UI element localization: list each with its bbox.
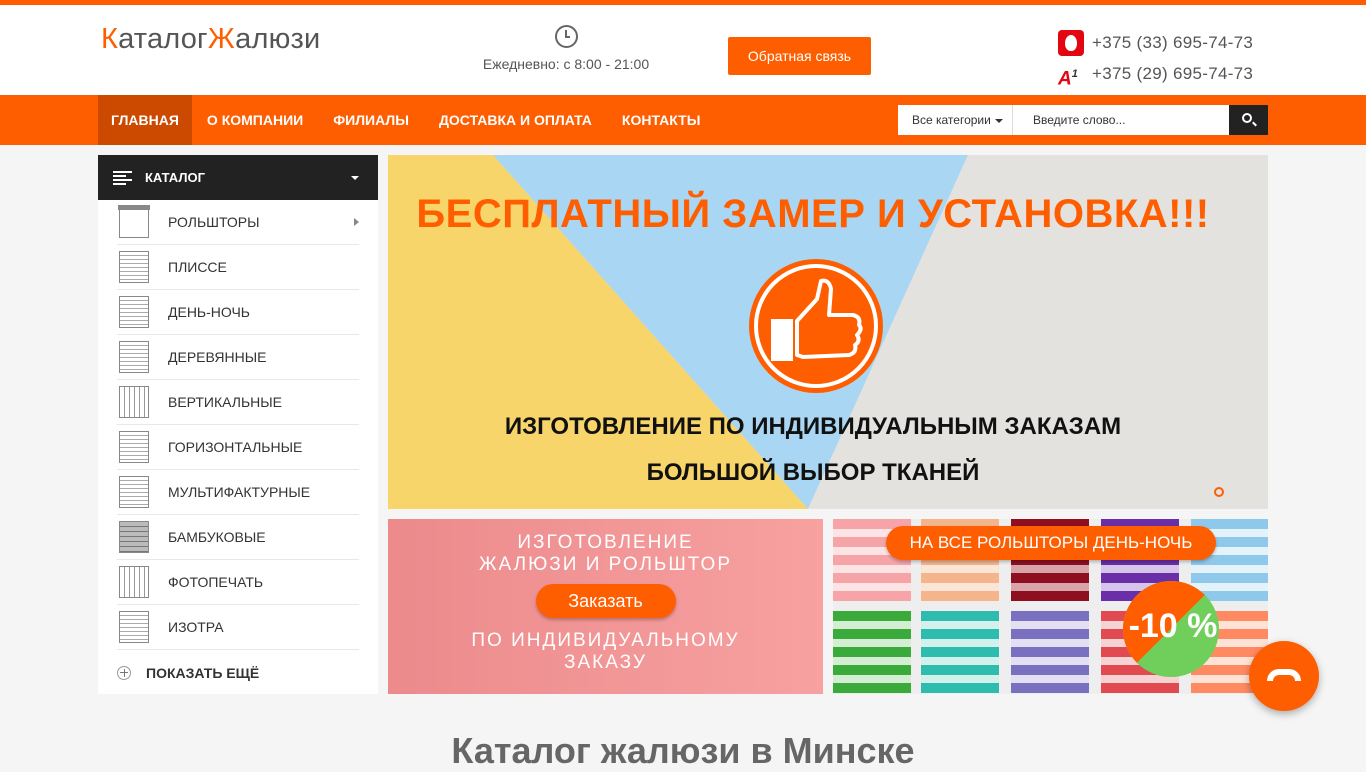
catalog-item-label: РОЛЬШТОРЫ: [168, 214, 260, 230]
a1-icon-sup: 1: [1071, 67, 1078, 80]
site-header: КаталогЖалюзи Ежедневно: с 8:00 - 21:00 …: [0, 5, 1366, 95]
wooden-blind-icon: [119, 341, 149, 373]
show-more-label: ПОКАЗАТЬ ЕЩЁ: [146, 664, 260, 681]
hero-line-2: БОЛЬШОЙ ВЫБОР ТКАНЕЙ: [646, 459, 980, 486]
show-more-button[interactable]: ПОКАЗАТЬ ЕЩЁ: [98, 650, 378, 695]
main-menu: ГЛАВНАЯ О КОМПАНИИ ФИЛИАЛЫ ДОСТАВКА И ОП…: [98, 95, 715, 145]
search-bar: Все категории: [898, 105, 1268, 135]
hours-text: Ежедневно: с 8:00 - 21:00: [482, 56, 650, 72]
sale-label: НА ВСЕ РОЛЬШТОРЫ ДЕНЬ-НОЧЬ: [886, 526, 1216, 560]
catalog-title: КАТАЛОГ: [145, 170, 205, 185]
horizontal-blind-icon: [119, 431, 149, 463]
clock-icon: [554, 25, 578, 48]
plus-circle-icon: [117, 665, 131, 680]
search-button[interactable]: [1229, 105, 1268, 135]
banner-order-top: ИЗГОТОВЛЕНИЕ ЖАЛЮЗИ И РОЛЬШТОР: [388, 532, 823, 576]
phone-number-mts[interactable]: +375 (33) 695-74-73: [1092, 33, 1253, 53]
slider-dot[interactable]: [1214, 487, 1224, 497]
catalog-item-izotra[interactable]: ИЗОТРА: [117, 605, 359, 650]
catalog-item-label: ВЕРТИКАЛЬНЫЕ: [168, 394, 283, 410]
call-button[interactable]: [1249, 641, 1319, 711]
working-hours: Ежедневно: с 8:00 - 21:00: [466, 25, 666, 72]
chevron-right-icon: [354, 218, 359, 226]
catalog-item-label: ФОТОПЕЧАТЬ: [168, 574, 264, 590]
catalog-item-label: ПЛИССЕ: [168, 259, 227, 275]
fabric-swatch: [1011, 611, 1089, 693]
bamboo-blind-icon: [119, 521, 149, 553]
callback-button[interactable]: Обратная связь: [728, 37, 871, 75]
nav-item-contacts[interactable]: КОНТАКТЫ: [607, 95, 715, 145]
plisse-blind-icon: [119, 251, 149, 283]
catalog-item-horizontal[interactable]: ГОРИЗОНТАЛЬНЫЕ: [117, 425, 359, 470]
nav-item-branches[interactable]: ФИЛИАЛЫ: [318, 95, 424, 145]
fabric-swatch: [921, 611, 999, 693]
discount-text: -10 %: [1128, 607, 1218, 645]
catalog-item-photoprint[interactable]: ФОТОПЕЧАТЬ: [117, 560, 359, 605]
logo-part-alyuzi: алюзи: [235, 23, 321, 55]
search-input[interactable]: [1013, 105, 1229, 135]
search-category-select[interactable]: Все категории: [898, 105, 1013, 135]
izotra-blind-icon: [119, 611, 149, 643]
caret-down-icon: [994, 118, 1003, 123]
catalog-item-roller[interactable]: РОЛЬШТОРЫ: [117, 200, 359, 245]
banner-order-top-line-1: ИЗГОТОВЛЕНИЕ: [517, 532, 694, 553]
search-category-label: Все категории: [912, 113, 991, 127]
phone-list: +375 (33) 695-74-73 A1 +375 (29) 695-74-…: [1058, 27, 1253, 89]
phone-row-mts: +375 (33) 695-74-73: [1058, 27, 1253, 58]
banner-sale[interactable]: НА ВСЕ РОЛЬШТОРЫ ДЕНЬ-НОЧЬ -10 %: [833, 519, 1268, 694]
site-logo[interactable]: КаталогЖалюзи: [101, 23, 320, 56]
phone-icon: [1267, 669, 1301, 681]
banner-order-bottom-line-1: ПО ИНДИВИДУАЛЬНОМУ: [471, 630, 740, 651]
catalog-item-bamboo[interactable]: БАМБУКОВЫЕ: [117, 515, 359, 560]
logo-letter-k: К: [101, 23, 119, 55]
a1-icon-letter: A: [1058, 67, 1072, 89]
catalog-header[interactable]: КАТАЛОГ: [98, 155, 378, 200]
hero-slider[interactable]: БЕСПЛАТНЫЙ ЗАМЕР И УСТАНОВКА!!! ИЗГОТОВЛ…: [388, 155, 1268, 509]
catalog-sidebar: КАТАЛОГ РОЛЬШТОРЫ ПЛИССЕ ДЕНЬ-НОЧЬ ДЕРЕВ…: [98, 155, 378, 694]
catalog-item-wooden[interactable]: ДЕРЕВЯННЫЕ: [117, 335, 359, 380]
banner-custom-order[interactable]: ИЗГОТОВЛЕНИЕ ЖАЛЮЗИ И РОЛЬШТОР Заказать П…: [388, 519, 823, 694]
banner-order-bottom: ПО ИНДИВИДУАЛЬНОМУ ЗАКАЗУ: [388, 630, 823, 674]
banner-order-top-line-2: ЖАЛЮЗИ И РОЛЬШТОР: [478, 554, 733, 575]
catalog-item-day-night[interactable]: ДЕНЬ-НОЧЬ: [117, 290, 359, 335]
catalog-item-label: МУЛЬТИФАКТУРНЫЕ: [168, 484, 311, 500]
nav-item-delivery[interactable]: ДОСТАВКА И ОПЛАТА: [424, 95, 607, 145]
logo-part-atalog: аталог: [118, 23, 208, 55]
menu-icon: [113, 170, 132, 185]
nav-item-home[interactable]: ГЛАВНАЯ: [98, 95, 192, 145]
hero-title: БЕСПЛАТНЫЙ ЗАМЕР И УСТАНОВКА!!!: [416, 192, 1210, 236]
hero-line-1: ИЗГОТОВЛЕНИЕ ПО ИНДИВИДУАЛЬНЫМ ЗАКАЗАМ: [504, 413, 1122, 440]
catalog-item-label: ИЗОТРА: [168, 619, 224, 635]
catalog-item-label: БАМБУКОВЫЕ: [168, 529, 266, 545]
catalog-list: РОЛЬШТОРЫ ПЛИССЕ ДЕНЬ-НОЧЬ ДЕРЕВЯННЫЕ ВЕ…: [98, 200, 378, 650]
nav-item-about[interactable]: О КОМПАНИИ: [192, 95, 318, 145]
catalog-item-label: ГОРИЗОНТАЛЬНЫЕ: [168, 439, 303, 455]
phone-number-a1[interactable]: +375 (29) 695-74-73: [1092, 64, 1253, 84]
main-navbar: ГЛАВНАЯ О КОМПАНИИ ФИЛИАЛЫ ДОСТАВКА И ОП…: [0, 95, 1366, 145]
logo-letter-zh: Ж: [207, 23, 236, 55]
order-button[interactable]: Заказать: [535, 584, 676, 618]
day-night-blind-icon: [119, 296, 149, 328]
vertical-blind-icon: [119, 386, 149, 418]
search-icon: [1242, 113, 1252, 123]
page-heading: Каталог жалюзи в Минске: [451, 730, 915, 771]
fabric-swatch: [833, 611, 911, 693]
multifactured-blind-icon: [119, 476, 149, 508]
catalog-item-label: ДЕРЕВЯННЫЕ: [168, 349, 267, 365]
catalog-item-vertical[interactable]: ВЕРТИКАЛЬНЫЕ: [117, 380, 359, 425]
a1-icon: A1: [1058, 61, 1084, 89]
thumbs-up-icon: [749, 259, 883, 393]
photoprint-blind-icon: [119, 566, 149, 598]
catalog-item-multifactured[interactable]: МУЛЬТИФАКТУРНЫЕ: [117, 470, 359, 515]
mts-icon: [1058, 29, 1084, 56]
phone-row-a1: A1 +375 (29) 695-74-73: [1058, 58, 1253, 89]
banner-order-bottom-line-2: ЗАКАЗУ: [563, 652, 647, 673]
catalog-item-plisse[interactable]: ПЛИССЕ: [117, 245, 359, 290]
roller-blind-icon: [118, 205, 150, 238]
caret-down-icon: [351, 176, 359, 180]
catalog-item-label: ДЕНЬ-НОЧЬ: [168, 304, 250, 320]
